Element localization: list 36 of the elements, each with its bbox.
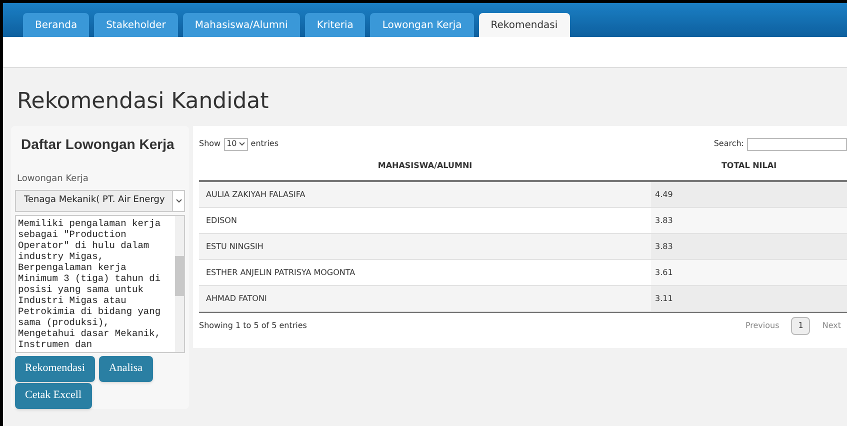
nav-tab[interactable]: Kriteria (304, 13, 366, 37)
sidebar-title: Daftar Lowongan Kerja (20, 135, 176, 154)
nav-tab[interactable]: Mahasiswa/Alumni (182, 13, 300, 37)
table-cell-text: EDISON (205, 214, 238, 226)
search-label: Search: (714, 138, 744, 150)
table-cell-text: AHMAD FATONI (205, 292, 268, 304)
page-size-select[interactable]: 10 (224, 138, 248, 150)
table-cell-text: AULIA ZAKIYAH FALASIFA (205, 188, 306, 200)
vacancy-select[interactable]: Tenaga Mekanik( PT. Air Energy (15, 190, 185, 212)
entries-info: Showing 1 to 5 of 5 entries (199, 320, 308, 332)
field-label: Lowongan Kerja (16, 173, 90, 186)
page-title: Rekomendasi Kandidat (17, 88, 270, 116)
table-cell: 3.11 (651, 286, 847, 311)
nav-tab[interactable]: Rekomendasi (478, 13, 570, 37)
table-cell: 3.83 (651, 208, 847, 233)
chevron-icon (176, 198, 182, 202)
table-cell: 4.49 (651, 182, 847, 207)
table-cell-text: ESTU NINGSIH (205, 240, 264, 252)
column-header[interactable]: TOTAL NILAI (651, 160, 847, 172)
action-button[interactable]: Rekomendasi (15, 356, 95, 382)
nav-tab[interactable]: Lowongan Kerja (370, 13, 474, 37)
chevron-icon (238, 142, 245, 146)
table-cell-text: ESTHER ANJELIN PATRISYA MOGONTA (205, 266, 356, 278)
pagination-link[interactable]: Next (822, 320, 841, 332)
table-cell: 3.83 (651, 234, 847, 259)
nav-tab[interactable]: Beranda (23, 13, 90, 37)
entries-label: entries (250, 138, 279, 150)
pagination-link[interactable]: Previous (745, 320, 780, 332)
column-header[interactable]: MAHASISWA/ALUMNI (199, 160, 651, 172)
table-cell: 3.61 (651, 260, 847, 285)
page-button[interactable]: 1 (791, 316, 810, 334)
action-button[interactable]: Analisa (98, 356, 152, 382)
show-label: Show (199, 138, 221, 150)
search-field[interactable] (747, 138, 847, 150)
action-button[interactable]: Cetak Excell (15, 382, 92, 408)
nav-tab[interactable]: Stakeholder (94, 13, 178, 37)
